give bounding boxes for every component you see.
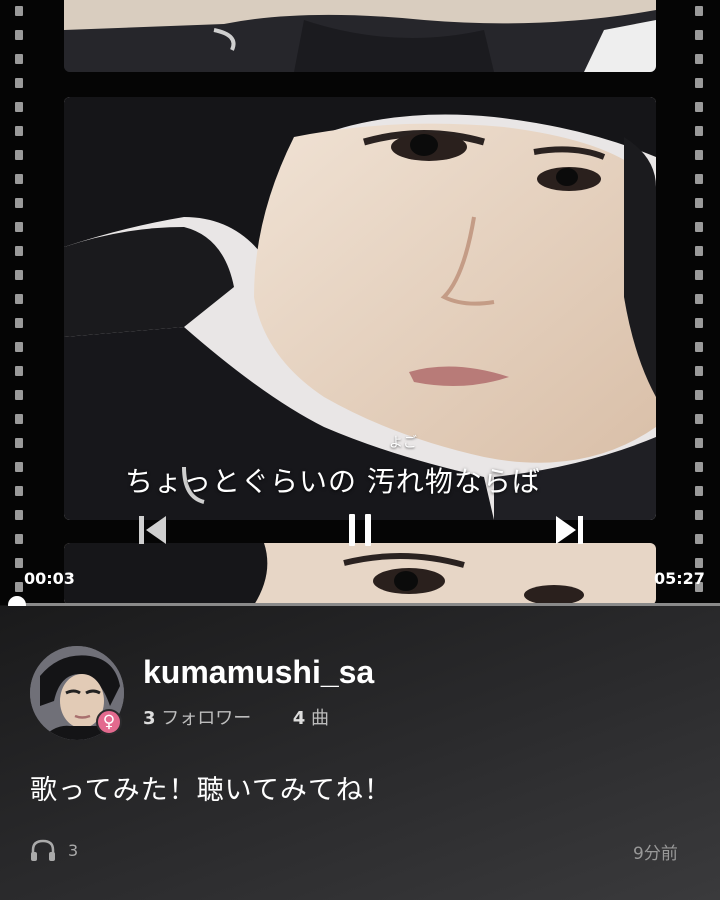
film-perforation xyxy=(15,390,23,400)
film-perforation xyxy=(695,558,703,568)
post-description: 歌ってみた！聴いてみてね！ xyxy=(30,775,392,806)
film-perforation xyxy=(15,342,23,352)
current-time: 00:03 xyxy=(24,569,75,588)
film-perforation xyxy=(15,582,23,592)
film-perforation xyxy=(695,222,703,232)
film-perforation xyxy=(15,246,23,256)
film-perforation xyxy=(15,462,23,472)
cover-photo-bottom xyxy=(64,543,656,605)
username[interactable]: kumamushi_sa xyxy=(143,654,374,691)
film-perforation xyxy=(15,510,23,520)
pause-icon xyxy=(349,514,371,546)
film-perforation xyxy=(695,174,703,184)
film-frame-next xyxy=(64,543,656,605)
film-perforation xyxy=(695,246,703,256)
songs-label[interactable]: 曲 xyxy=(311,708,329,729)
songs-count: 4 xyxy=(292,708,306,729)
film-perforation xyxy=(695,102,703,112)
film-perforation xyxy=(695,270,703,280)
film-perforation xyxy=(695,126,703,136)
film-perforations-left xyxy=(15,0,25,605)
film-perforation xyxy=(695,462,703,472)
cover-photo xyxy=(64,97,656,520)
film-perforation xyxy=(695,294,703,304)
film-perforation xyxy=(15,294,23,304)
track-info-panel: ♀ kumamushi_sa 3 フォロワー 4 曲 歌ってみた！聴いてみてね！… xyxy=(0,606,720,900)
film-perforation xyxy=(15,414,23,424)
headphones-icon xyxy=(31,839,55,861)
film-perforation xyxy=(695,414,703,424)
posted-time: 9分前 xyxy=(633,844,678,864)
film-frame-current xyxy=(64,97,656,520)
skip-next-icon xyxy=(556,516,583,544)
film-perforation xyxy=(695,198,703,208)
film-perforation xyxy=(695,390,703,400)
film-perforation xyxy=(15,318,23,328)
film-perforation xyxy=(15,30,23,40)
profile-stats: 3 フォロワー 4 曲 xyxy=(143,704,329,730)
film-perforation xyxy=(15,198,23,208)
female-icon: ♀ xyxy=(96,709,122,735)
film-perforation xyxy=(15,126,23,136)
film-perforation xyxy=(695,510,703,520)
followers-count: 3 xyxy=(143,708,156,729)
next-button[interactable] xyxy=(550,512,590,548)
film-perforation xyxy=(695,486,703,496)
film-perforation xyxy=(695,438,703,448)
film-perforation xyxy=(15,174,23,184)
pause-button[interactable] xyxy=(340,512,380,548)
film-perforation xyxy=(15,486,23,496)
film-perforation xyxy=(15,270,23,280)
film-perforation xyxy=(695,318,703,328)
film-perforation xyxy=(15,558,23,568)
lyric-ruby: よご xyxy=(389,435,417,451)
film-perforation xyxy=(15,150,23,160)
film-perforation xyxy=(695,342,703,352)
film-perforation xyxy=(695,366,703,376)
film-perforation xyxy=(695,30,703,40)
film-perforation xyxy=(15,102,23,112)
listen-count-value: 3 xyxy=(68,840,79,860)
film-perforation xyxy=(15,78,23,88)
film-perforation xyxy=(695,534,703,544)
film-perforation xyxy=(695,6,703,16)
film-perforation xyxy=(15,366,23,376)
previous-button[interactable] xyxy=(132,512,172,548)
film-perforation xyxy=(15,6,23,16)
film-perforation xyxy=(15,54,23,64)
followers-label[interactable]: フォロワー xyxy=(161,708,251,729)
film-perforations-right xyxy=(695,0,705,605)
film-perforation xyxy=(15,534,23,544)
cover-photo-top xyxy=(64,0,656,72)
total-time: 05:27 xyxy=(654,569,705,588)
skip-previous-icon xyxy=(139,516,166,544)
film-frame-previous xyxy=(64,0,656,72)
film-perforation xyxy=(695,150,703,160)
film-perforation xyxy=(695,78,703,88)
film-perforation xyxy=(695,54,703,64)
listen-count: 3 xyxy=(30,838,78,862)
film-perforation xyxy=(15,222,23,232)
film-strip-player: よご ちょっとぐらいの 汚れ物ならば 00:03 05:27 xyxy=(0,0,720,605)
film-perforation xyxy=(15,438,23,448)
lyric-line: ちょっとぐらいの 汚れ物ならば xyxy=(125,465,541,498)
